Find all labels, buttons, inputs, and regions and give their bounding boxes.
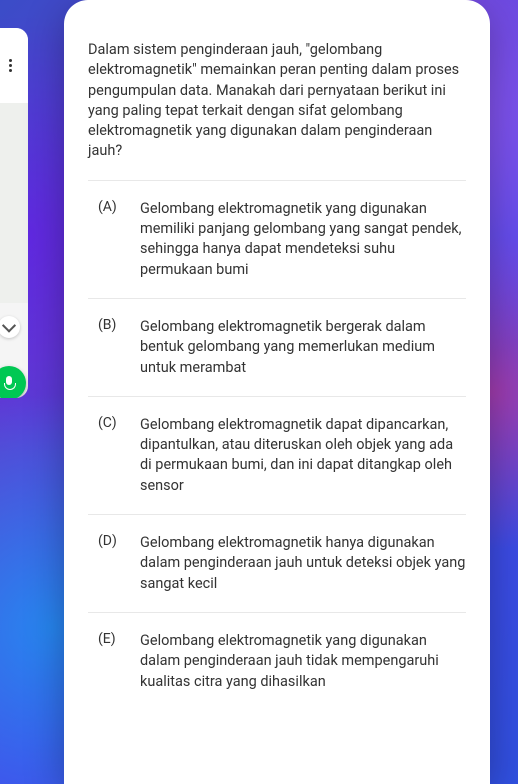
option-text-c: Gelombang elektromagnetik dapat dipancar… [140, 415, 466, 496]
option-text-e: Gelombang elektromagnetik yang digunakan… [140, 631, 466, 692]
option-label-b: (B) [88, 317, 116, 333]
option-e[interactable]: (E) Gelombang elektromagnetik yang digun… [88, 612, 466, 710]
option-text-b: Gelombang elektromagnetik bergerak dalam… [140, 317, 466, 378]
option-label-c: (C) [88, 415, 116, 431]
collapse-button[interactable] [0, 316, 20, 338]
question-text: Dalam sistem penginderaan jauh, "gelomba… [88, 0, 466, 180]
left-side-panel [0, 28, 28, 398]
option-label-a: (A) [88, 199, 116, 215]
option-label-d: (D) [88, 533, 116, 549]
option-b[interactable]: (B) Gelombang elektromagnetik bergerak d… [88, 298, 466, 396]
map-background [0, 103, 28, 303]
option-c[interactable]: (C) Gelombang elektromagnetik dapat dipa… [88, 396, 466, 514]
option-d[interactable]: (D) Gelombang elektromagnetik hanya digu… [88, 514, 466, 612]
question-card: Dalam sistem penginderaan jauh, "gelomba… [64, 0, 490, 784]
menu-button-container [0, 28, 28, 103]
option-text-d: Gelombang elektromagnetik hanya digunaka… [140, 533, 466, 594]
option-label-e: (E) [88, 631, 116, 647]
option-a[interactable]: (A) Gelombang elektromagnetik yang digun… [88, 180, 466, 298]
menu-dots-icon[interactable] [9, 59, 12, 72]
option-text-a: Gelombang elektromagnetik yang digunakan… [140, 199, 466, 280]
voice-button[interactable] [0, 366, 26, 398]
microphone-icon [4, 376, 14, 390]
